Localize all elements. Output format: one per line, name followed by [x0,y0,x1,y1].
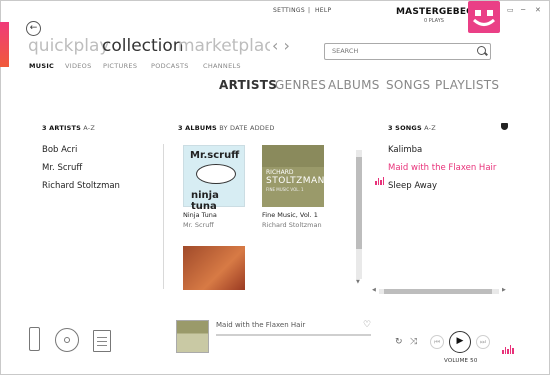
back-arrow-icon[interactable]: ← [26,21,41,36]
songs-sort[interactable]: A-Z [424,124,436,132]
now-playing-equalizer-icon [375,166,385,185]
tab-playlists[interactable]: PLAYLISTS [435,78,499,92]
accent-strip [0,22,9,67]
list-item-artist[interactable]: Bob Acri [42,145,77,155]
album-artist[interactable]: Mr. Scruff [183,221,214,229]
subnav-music[interactable]: MUSIC [29,62,54,70]
album-artist[interactable]: Richard Stoltzman [262,221,322,229]
list-item-artist[interactable]: Richard Stoltzman [42,181,120,191]
volume-equalizer-icon[interactable] [502,335,515,354]
disc-icon[interactable] [55,328,79,352]
list-item-song[interactable]: Sleep Away [388,181,437,191]
albums-header: 3 ALBUMS BY DATE ADDED [178,124,275,132]
artists-sort[interactable]: A-Z [83,124,95,132]
settings-link[interactable]: SETTINGS [273,7,305,14]
previous-button[interactable]: ⏮ [430,335,444,349]
play-count: 0 PLAYS [424,18,444,24]
minimize-button[interactable]: ▭ [507,6,514,14]
search-placeholder: SEARCH [332,47,359,55]
list-item-song-playing[interactable]: Maid with the Flaxen Hair [388,163,496,173]
artists-header: 3 ARTISTS A-Z [42,124,95,132]
toplink-separator: | [308,7,311,14]
username[interactable]: MASTERGEBEO [396,7,474,17]
list-item-artist[interactable]: Mr. Scruff [42,163,82,173]
albums-sort[interactable]: BY DATE ADDED [219,124,274,132]
smiley-avatar-icon [472,10,496,26]
subnav-pictures[interactable]: PICTURES [103,62,137,70]
playlist-icon[interactable] [93,330,111,352]
album-text-clip: Fine Music, Vol. 1 Richard Stoltzman [262,211,326,233]
scrollbar-thumb[interactable] [356,157,362,249]
album-cover-art [196,164,236,184]
album-cover[interactable] [183,246,245,290]
pivot-marketplace[interactable]: marketplace [178,36,270,56]
album-title[interactable]: Fine Music, Vol. 1 [262,211,318,219]
subnav-podcasts[interactable]: PODCASTS [151,62,189,70]
play-button[interactable]: ▶ [449,331,471,353]
list-item-song[interactable]: Kalimba [388,145,422,155]
tab-artists[interactable]: ARTISTS [219,78,277,92]
albums-count: 3 ALBUMS [178,124,217,132]
tab-genres[interactable]: GENRES [275,78,326,92]
album-title[interactable]: Ninja Tuna [183,211,217,219]
artists-count: 3 ARTISTS [42,124,81,132]
avatar[interactable] [468,1,500,33]
pivot-prev-arrow[interactable]: ‹ [272,36,278,55]
volume-label[interactable]: VOLUME 50 [444,358,478,364]
song-text-clip: Maid with the Flaxen Hair [388,163,498,175]
tab-albums[interactable]: ALBUMS [328,78,380,92]
search-icon[interactable] [477,46,486,55]
subnav-videos[interactable]: VIDEOS [65,62,92,70]
album-cover[interactable]: Mr.scruff ninja tuna [183,145,245,212]
shuffle-icon[interactable]: ⤨ [410,337,417,347]
heart-icon[interactable]: ♡ [363,320,371,330]
album-cover-text: Mr.scruff [190,150,240,161]
progress-bar[interactable] [216,334,371,336]
column-divider [163,144,164,289]
heart-icon[interactable] [501,123,508,130]
pivot-collection[interactable]: collection [102,36,184,56]
songs-count: 3 SONGS [388,124,422,132]
album-cover-text: STOLTZMAN [266,176,325,186]
now-playing-album-art[interactable] [176,320,209,353]
now-playing-title[interactable]: Maid with the Flaxen Hair [216,321,305,329]
album-cover[interactable]: RICHARD STOLTZMAN FINE MUSIC VOL. 1 [262,145,324,207]
scroll-right-arrow-icon[interactable]: ▶ [502,287,506,293]
pivot-marketplace-clip: marketplace [178,36,270,58]
album-cover-text: FINE MUSIC VOL. 1 [266,187,304,192]
album-cover-text: RICHARD [266,169,294,176]
scroll-left-arrow-icon[interactable]: ◀ [372,287,376,293]
restore-button[interactable]: ─ [521,6,525,14]
subnav-channels[interactable]: CHANNELS [203,62,241,70]
pivot-next-arrow[interactable]: › [284,36,290,55]
close-button[interactable]: ✕ [535,6,541,14]
pivot-arrows: ‹ › [272,36,290,55]
scrollbar-thumb[interactable] [384,289,492,294]
scroll-down-arrow-icon[interactable]: ▼ [356,279,360,285]
help-link[interactable]: HELP [315,7,331,14]
next-button[interactable]: ⏭ [476,335,490,349]
album-cover-art [262,145,324,167]
phone-icon[interactable] [29,327,40,351]
songs-header: 3 SONGS A-Z [388,124,436,132]
tab-songs[interactable]: SONGS [386,78,430,92]
pivot-quickplay[interactable]: quickplay [28,36,109,56]
album-cover-text: ninja tuna [191,190,219,212]
repeat-icon[interactable]: ↻ [395,337,403,347]
